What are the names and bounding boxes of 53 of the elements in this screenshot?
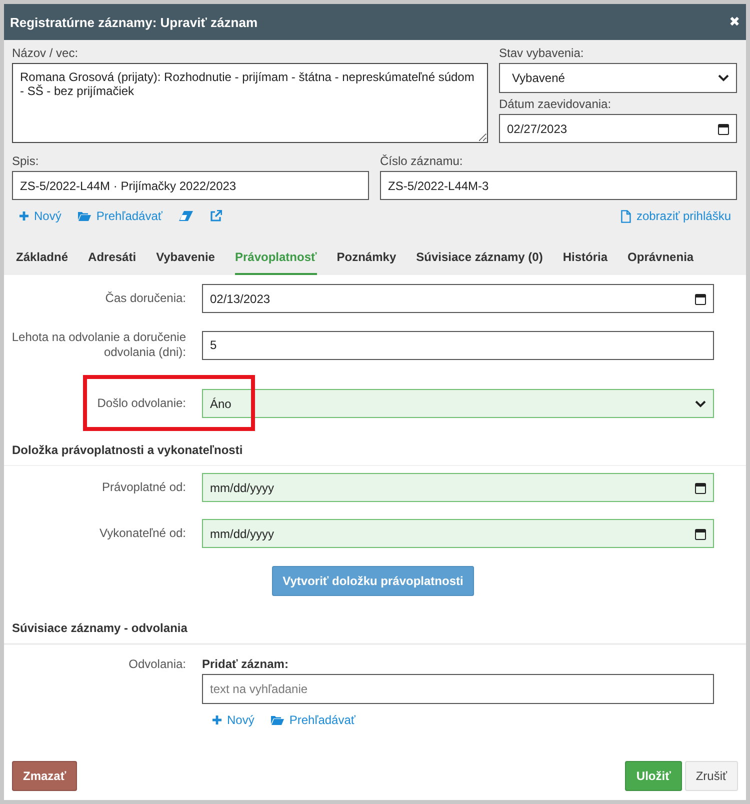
select-field[interactable]: Vybavené	[499, 63, 737, 93]
folder-icon	[78, 211, 92, 221]
input-field[interactable]: ZS-5/2022-L44M · Prijímačky 2022/2023	[12, 171, 369, 200]
field-label: Spis:	[12, 154, 40, 168]
tab[interactable]: História	[552, 240, 618, 275]
section-heading: Doložka právoplatnosti a vykonateľnosti	[4, 438, 746, 466]
calendar-icon[interactable]	[695, 528, 706, 540]
field-label: Došlo odvolanie:	[96, 396, 187, 411]
field-label: Názov / vec:	[12, 46, 80, 60]
chevron-down-icon[interactable]	[718, 74, 729, 82]
eraser-button[interactable]	[179, 211, 194, 221]
field-label: Vykonateľné od:	[98, 526, 187, 541]
tab[interactable]: Vybavenie	[146, 240, 225, 275]
plus-icon	[19, 211, 29, 221]
date-field[interactable]: mm/dd/yyyy	[202, 473, 714, 502]
field-label: Pridať záznam:	[202, 657, 290, 671]
delete-button[interactable]: Zmazať	[12, 761, 78, 791]
document-icon	[621, 210, 632, 222]
tab[interactable]: Adresáti	[78, 240, 146, 275]
field-label: Číslo záznamu:	[380, 154, 464, 168]
input-field[interactable]: 5	[202, 330, 714, 360]
tab[interactable]: Základné	[4, 240, 78, 275]
external-link-icon	[210, 210, 222, 222]
field-label: Právoplatné od:	[100, 480, 187, 495]
chevron-down-icon[interactable]	[695, 400, 706, 408]
calendar-icon[interactable]	[718, 122, 729, 134]
field-label: Čas doručenia:	[104, 291, 187, 306]
section-heading: Súvisiace záznamy - odvolania	[4, 596, 746, 645]
external-link-button[interactable]	[210, 210, 222, 222]
tab[interactable]: Poznámky	[326, 240, 406, 275]
close-button[interactable]: ✖	[727, 14, 742, 30]
folder-icon	[271, 715, 284, 725]
select-field[interactable]: Áno	[202, 389, 714, 418]
date-field[interactable]: 02/13/2023	[202, 284, 714, 313]
text-area[interactable]: Romana Grosová (prijaty): Rozhodnutie - prijímam - štátna - nepreskúmateľné súdom - SŠ - bez prijímačiek	[12, 63, 488, 143]
new-link[interactable]: Nový	[212, 713, 254, 727]
field-label: Dátum zaevidovania:	[499, 97, 612, 111]
field-label: Odvolania:	[128, 657, 187, 672]
plus-icon	[212, 715, 222, 725]
field-label: Stav vybavenia:	[499, 46, 585, 60]
tab[interactable]: Súvisiace záznamy (0)	[406, 240, 553, 275]
field-label: Lehota na odvolanie a doručenie odvolania (dni):	[10, 330, 187, 360]
input-field[interactable]: ZS-5/2022-L44M-3	[380, 171, 737, 200]
eraser-icon	[179, 211, 194, 221]
date-field[interactable]: mm/dd/yyyy	[202, 519, 714, 548]
date-field[interactable]: 02/27/2023	[499, 114, 737, 143]
cancel-button[interactable]: Zrušiť	[684, 761, 738, 791]
search-field[interactable]: text na vyhľadanie	[202, 674, 714, 704]
browse-link[interactable]: Prehľadávať	[271, 713, 356, 727]
calendar-icon[interactable]	[695, 482, 706, 494]
window-title: Registratúrne záznamy: Upraviť záznam	[10, 14, 259, 30]
tab[interactable]: Oprávnenia	[618, 240, 704, 275]
calendar-icon[interactable]	[695, 292, 706, 304]
